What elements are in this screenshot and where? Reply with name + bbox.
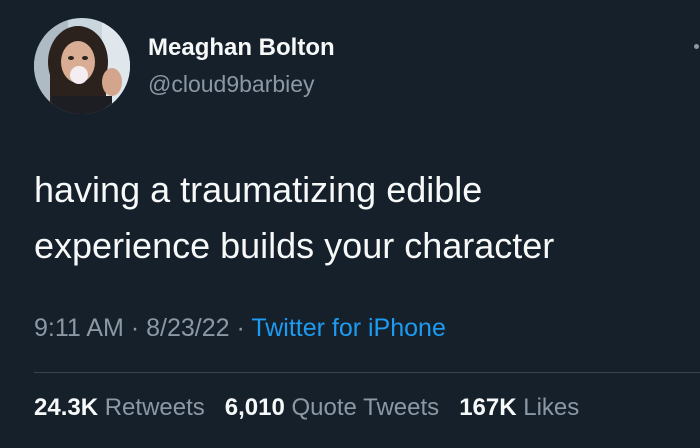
meta-separator: · [130, 314, 140, 342]
engagement-stats: 24.3K Retweets 6,010 Quote Tweets 167K L… [34, 394, 579, 422]
author-handle[interactable]: @cloud9barbiey [148, 71, 315, 98]
tweet-text-line: having a traumatizing edible [34, 169, 483, 210]
tweet-card: Meaghan Bolton @cloud9barbiey having a t… [0, 0, 700, 448]
tweet-date[interactable]: 8/23/22 [146, 314, 229, 342]
avatar[interactable] [34, 18, 130, 114]
quote-tweets-count: 6,010 [224, 394, 285, 421]
tweet-text-line: experience builds your character [34, 225, 555, 266]
tweet-text: having a traumatizing edible experience … [34, 162, 674, 274]
avatar-image [34, 18, 130, 114]
likes-stat[interactable]: 167K Likes [459, 394, 579, 421]
more-dot [694, 44, 699, 49]
likes-count: 167K [459, 394, 517, 421]
tweet-time[interactable]: 9:11 AM [34, 314, 124, 342]
likes-label: Likes [523, 394, 580, 421]
meta-separator: · [236, 314, 245, 342]
tweet-meta: 9:11 AM · 8/23/22 · Twitter for iPhone [34, 314, 446, 343]
quote-tweets-stat[interactable]: 6,010 Quote Tweets [225, 394, 439, 421]
author-name[interactable]: Meaghan Bolton [148, 34, 335, 62]
retweets-count: 24.3K [34, 394, 99, 421]
quote-tweets-label: Quote Tweets [291, 394, 440, 421]
divider [34, 372, 700, 373]
retweets-label: Retweets [104, 394, 205, 421]
more-horizontal-icon[interactable] [680, 30, 700, 60]
tweet-source-link[interactable]: Twitter for iPhone [251, 314, 446, 342]
retweets-stat[interactable]: 24.3K Retweets [34, 394, 205, 421]
